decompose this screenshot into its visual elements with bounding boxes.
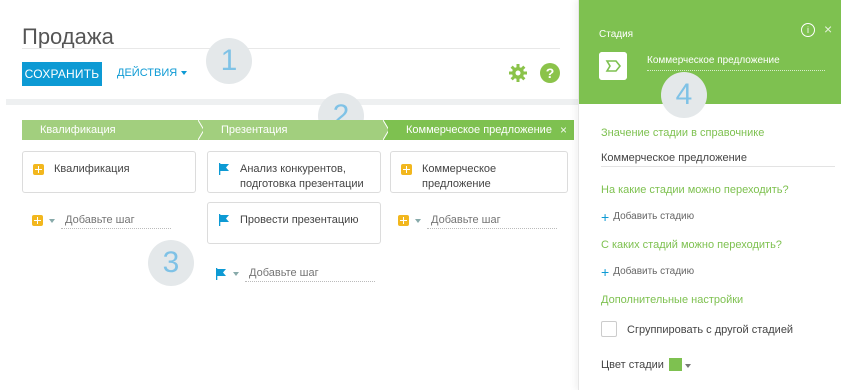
step-card[interactable]: Анализ конкурентов, подготовка презентац… — [207, 151, 381, 193]
from-stages-label: С каких стадий можно переходить? — [601, 239, 782, 251]
flag-icon[interactable] — [215, 268, 227, 280]
stage-header-label: Презентация — [221, 124, 288, 136]
extra-settings-label: Дополнительные настройки — [601, 294, 744, 306]
add-step-input[interactable] — [245, 265, 375, 282]
step-card[interactable]: Коммерческое предложение — [390, 151, 568, 193]
to-stages-label: На какие стадии можно переходить? — [601, 184, 789, 196]
help-icon[interactable]: ? — [540, 63, 560, 83]
step-card[interactable]: Квалификация — [22, 151, 196, 193]
panel-title: Стадия — [599, 29, 634, 40]
stage-header-presentation[interactable]: Презентация — [203, 120, 388, 140]
group-stage-label[interactable]: Сгруппировать с другой стадией — [627, 324, 793, 336]
chevron-down-icon[interactable] — [415, 218, 421, 223]
stage-header-qualification[interactable]: Квалификация — [22, 120, 210, 140]
stage-icon[interactable] — [599, 52, 627, 80]
stage-separator — [566, 120, 572, 140]
add-step-row[interactable] — [32, 212, 171, 229]
add-stage-label: Добавить стадию — [613, 211, 695, 222]
lookup-underline — [601, 166, 835, 167]
lookup-label: Значение стадии в справочнике — [601, 127, 765, 139]
stage-color-label: Цвет стадии — [601, 359, 664, 371]
group-stage-checkbox[interactable] — [601, 321, 617, 337]
save-button[interactable]: СОХРАНИТЬ — [22, 62, 102, 86]
step-type-icon[interactable] — [398, 215, 409, 226]
separator — [6, 99, 578, 105]
add-to-stage-button[interactable]: + Добавить стадию — [601, 208, 695, 225]
plus-icon: + — [601, 208, 610, 225]
actions-dropdown[interactable]: ДЕЙСТВИЯ — [117, 67, 188, 79]
step-label: Анализ конкурентов, подготовка презентац… — [240, 163, 364, 190]
flag-icon — [219, 163, 229, 175]
flag-icon — [219, 214, 229, 226]
info-icon[interactable]: i — [801, 23, 815, 37]
chevron-down-icon — [181, 71, 188, 75]
add-step-row[interactable] — [215, 265, 375, 282]
stage-header-label: Квалификация — [40, 124, 116, 136]
chevron-down-icon[interactable] — [233, 271, 239, 276]
add-stage-label: Добавить стадию — [613, 266, 695, 277]
panel-header: Стадия i × Коммерческое предложение 4 — [579, 0, 841, 118]
add-step-input[interactable] — [427, 212, 557, 229]
stage-header-label: Коммерческое предложение — [406, 124, 552, 136]
gear-icon[interactable] — [508, 63, 528, 83]
step-add-icon — [33, 164, 44, 175]
step-type-icon[interactable] — [32, 215, 43, 226]
chevron-down-icon[interactable] — [685, 364, 691, 368]
page-title: Продажа — [22, 24, 114, 49]
add-step-input[interactable] — [61, 212, 171, 229]
stage-name[interactable]: Коммерческое предложение — [647, 55, 780, 66]
title-divider — [22, 48, 560, 49]
stage-name-underline — [647, 70, 825, 71]
callout-3: 3 — [148, 240, 194, 286]
close-icon[interactable]: × — [824, 21, 832, 37]
actions-label: ДЕЙСТВИЯ — [117, 67, 178, 79]
add-from-stage-button[interactable]: + Добавить стадию — [601, 263, 695, 280]
stage-header-proposal[interactable]: Коммерческое предложение × — [388, 120, 574, 140]
add-step-row[interactable] — [398, 212, 557, 229]
lookup-value[interactable]: Коммерческое предложение — [601, 152, 747, 164]
callout-4: 4 — [661, 72, 707, 118]
step-label: Квалификация — [54, 163, 130, 175]
stage-color-swatch[interactable] — [669, 358, 682, 371]
step-label: Провести презентацию — [240, 214, 359, 226]
plus-icon: + — [601, 263, 610, 280]
chevron-down-icon[interactable] — [49, 218, 55, 223]
stage-settings-panel: Стадия i × Коммерческое предложение 4 Зн… — [578, 0, 841, 390]
step-add-icon — [401, 164, 412, 175]
step-card[interactable]: Провести презентацию — [207, 202, 381, 244]
callout-1: 1 — [206, 38, 252, 84]
step-label: Коммерческое предложение — [422, 163, 497, 190]
